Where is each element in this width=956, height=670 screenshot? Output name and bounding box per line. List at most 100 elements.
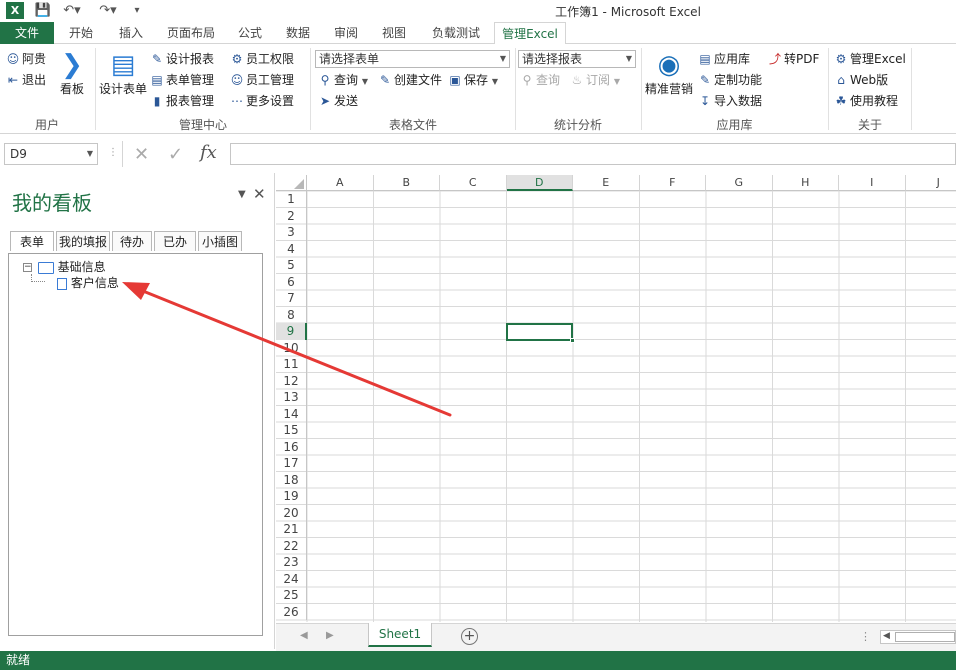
panel-tab-forms[interactable]: 表单 bbox=[10, 231, 54, 251]
precision-marketing-button[interactable]: ◉ 精准营销 bbox=[644, 50, 694, 97]
row-header-19[interactable]: 19 bbox=[276, 488, 307, 505]
row-header-15[interactable]: 15 bbox=[276, 422, 307, 439]
row-header-5[interactable]: 5 bbox=[276, 257, 307, 274]
row-header-22[interactable]: 22 bbox=[276, 537, 307, 554]
query-button[interactable]: ⚲ 查询 ▼ bbox=[318, 71, 368, 91]
next-sheet-icon[interactable]: ▶ bbox=[326, 630, 334, 641]
web-version-button[interactable]: ⌂ Web版 bbox=[834, 71, 888, 89]
add-sheet-icon[interactable]: + bbox=[461, 628, 478, 645]
column-header-j[interactable]: J bbox=[905, 175, 956, 191]
splitter-handle-icon[interactable]: ⋮ bbox=[860, 630, 871, 643]
column-header-g[interactable]: G bbox=[706, 175, 773, 191]
row-header-10[interactable]: 10 bbox=[276, 339, 307, 356]
name-box[interactable]: D9 ▼ bbox=[4, 143, 98, 165]
row-header-16[interactable]: 16 bbox=[276, 438, 307, 455]
tab-manage-excel[interactable]: 管理Excel bbox=[494, 22, 566, 45]
tab-review[interactable]: 审阅 bbox=[326, 22, 366, 44]
create-file-button[interactable]: ✎ 创建文件 bbox=[378, 71, 442, 89]
select-form-combo[interactable]: 请选择表单 ▼ bbox=[315, 50, 510, 68]
column-header-a[interactable]: A bbox=[307, 175, 374, 191]
column-header-h[interactable]: H bbox=[772, 175, 839, 191]
select-report-combo[interactable]: 请选择报表 ▼ bbox=[518, 50, 636, 68]
app-store-button[interactable]: ▤ 应用库 bbox=[698, 50, 750, 68]
panel-menu-icon[interactable]: ▼ bbox=[238, 189, 246, 200]
select-all-corner[interactable] bbox=[276, 175, 307, 191]
save-file-button[interactable]: ▣ 保存 ▼ bbox=[448, 71, 498, 91]
tab-insert[interactable]: 插入 bbox=[110, 22, 152, 44]
horizontal-scrollbar[interactable]: ◀ bbox=[880, 630, 956, 644]
row-header-25[interactable]: 25 bbox=[276, 587, 307, 604]
tab-load-test[interactable]: 负载测试 bbox=[424, 22, 488, 44]
tree-node-customer-info[interactable]: 客户信息 bbox=[57, 274, 119, 291]
stats-query-button[interactable]: ⚲ 查询 bbox=[520, 71, 560, 89]
row-header-6[interactable]: 6 bbox=[276, 273, 307, 290]
row-header-13[interactable]: 13 bbox=[276, 389, 307, 406]
tab-page-layout[interactable]: 页面布局 bbox=[160, 22, 222, 44]
scrollbar-thumb[interactable] bbox=[895, 632, 955, 642]
user-name-button[interactable]: ☺ 阿贵 bbox=[6, 50, 46, 68]
send-button[interactable]: ➤ 发送 bbox=[318, 92, 358, 110]
spreadsheet-grid[interactable]: ABCDEFGHIJ 1 2 3 4 5 6 7 8 9 10 11 12 13 14 15 16 17 18 19… bbox=[276, 175, 956, 622]
row-header-4[interactable]: 4 bbox=[276, 240, 307, 257]
board-button[interactable]: ❯ 看板 bbox=[56, 50, 88, 97]
import-data-button[interactable]: ↧ 导入数据 bbox=[698, 92, 762, 110]
panel-tab-todo[interactable]: 待办 bbox=[112, 231, 152, 251]
prev-sheet-icon[interactable]: ◀ bbox=[300, 630, 308, 641]
subscribe-button[interactable]: ♨ 订阅 ▼ bbox=[570, 71, 620, 91]
scroll-left-icon[interactable]: ◀ bbox=[883, 631, 890, 641]
active-cell-d9[interactable] bbox=[506, 323, 575, 343]
custom-function-button[interactable]: ✎ 定制功能 bbox=[698, 71, 762, 89]
panel-tab-done[interactable]: 已办 bbox=[154, 231, 196, 251]
insert-function-icon[interactable]: fx bbox=[200, 142, 217, 163]
tutorial-button[interactable]: ☘ 使用教程 bbox=[834, 92, 898, 110]
row-header-14[interactable]: 14 bbox=[276, 405, 307, 422]
sheet-tab-sheet1[interactable]: Sheet1 bbox=[368, 623, 432, 647]
row-header-1[interactable]: 1 bbox=[276, 191, 307, 208]
row-header-9[interactable]: 9 bbox=[276, 323, 307, 340]
more-settings-button[interactable]: ⋯ 更多设置 bbox=[230, 92, 294, 110]
tab-view[interactable]: 视图 bbox=[374, 22, 414, 44]
fill-handle[interactable] bbox=[570, 338, 575, 343]
formula-input[interactable] bbox=[230, 143, 956, 165]
row-header-8[interactable]: 8 bbox=[276, 306, 307, 323]
row-header-23[interactable]: 23 bbox=[276, 554, 307, 571]
row-header-7[interactable]: 7 bbox=[276, 290, 307, 307]
design-report-button[interactable]: ✎ 设计报表 bbox=[150, 50, 214, 68]
to-pdf-button[interactable]: ⤴ 转PDF bbox=[768, 50, 819, 68]
row-header-20[interactable]: 20 bbox=[276, 504, 307, 521]
row-header-26[interactable]: 26 bbox=[276, 603, 307, 620]
panel-tab-my-submissions[interactable]: 我的填报 bbox=[56, 231, 110, 251]
tab-data[interactable]: 数据 bbox=[278, 22, 318, 44]
panel-tab-illustrations[interactable]: 小插图 bbox=[198, 231, 242, 251]
manage-excel-button[interactable]: ⚙ 管理Excel bbox=[834, 50, 906, 68]
row-header-24[interactable]: 24 bbox=[276, 570, 307, 587]
column-header-f[interactable]: F bbox=[639, 175, 706, 191]
close-icon[interactable]: ✕ bbox=[253, 185, 266, 203]
row-header-2[interactable]: 2 bbox=[276, 207, 307, 224]
drag-handle-icon[interactable]: ⋮ bbox=[108, 147, 118, 158]
tab-home[interactable]: 开始 bbox=[60, 22, 102, 44]
column-header-e[interactable]: E bbox=[573, 175, 640, 191]
employee-manage-button[interactable]: ☺ 员工管理 bbox=[230, 71, 294, 89]
logout-button[interactable]: ⇤ 退出 bbox=[6, 71, 46, 89]
tab-file[interactable]: 文件 bbox=[0, 22, 54, 44]
collapse-icon[interactable]: − bbox=[23, 263, 32, 272]
row-header-18[interactable]: 18 bbox=[276, 471, 307, 488]
row-header-11[interactable]: 11 bbox=[276, 356, 307, 373]
column-header-i[interactable]: I bbox=[839, 175, 906, 191]
tab-formulas[interactable]: 公式 bbox=[230, 22, 270, 44]
row-header-12[interactable]: 12 bbox=[276, 372, 307, 389]
column-header-b[interactable]: B bbox=[373, 175, 440, 191]
design-form-button[interactable]: ▤ 设计表单 bbox=[98, 50, 148, 97]
row-header-21[interactable]: 21 bbox=[276, 521, 307, 538]
form-manage-button[interactable]: ▤ 表单管理 bbox=[150, 71, 214, 89]
column-header-d[interactable]: D bbox=[506, 175, 573, 191]
row-header-17[interactable]: 17 bbox=[276, 455, 307, 472]
row-header-3[interactable]: 3 bbox=[276, 224, 307, 241]
enter-formula-icon[interactable]: ✓ bbox=[168, 144, 183, 165]
cancel-formula-icon[interactable]: ✕ bbox=[134, 144, 149, 165]
employee-permission-button[interactable]: ⚙ 员工权限 bbox=[230, 50, 294, 68]
tree-node-root[interactable]: − 基础信息 bbox=[23, 258, 106, 275]
column-header-c[interactable]: C bbox=[440, 175, 507, 191]
report-manage-button[interactable]: ▮ 报表管理 bbox=[150, 92, 214, 110]
